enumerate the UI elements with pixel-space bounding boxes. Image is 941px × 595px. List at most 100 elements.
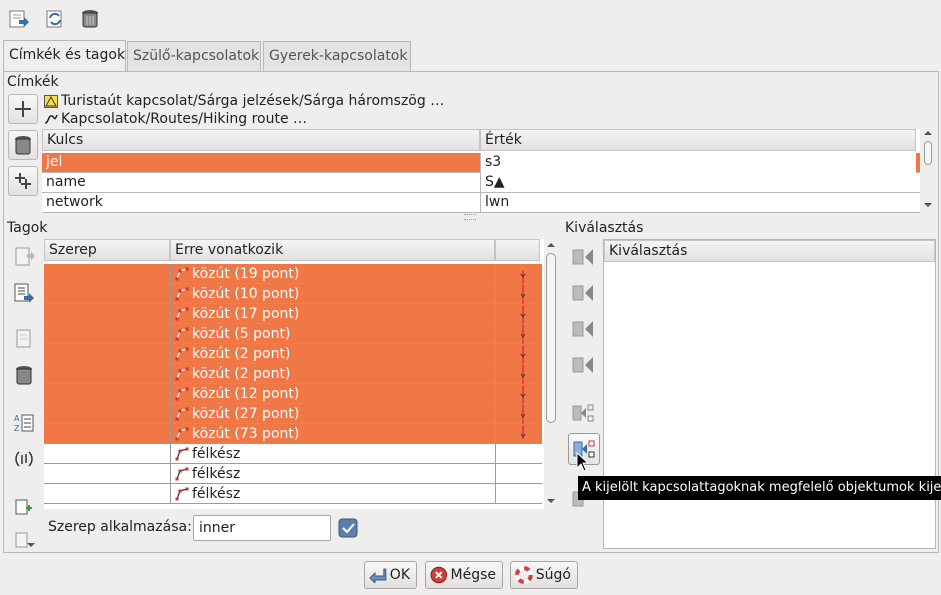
member-ref-cell[interactable]: félkész (170, 464, 495, 484)
column-header-selection[interactable]: Kiválasztás (604, 240, 935, 262)
member-row[interactable]: közút (5 pont) (44, 324, 542, 345)
cancel-button[interactable]: Mégse (425, 561, 503, 589)
select-refresh-button[interactable] (42, 6, 68, 32)
splitter-handle[interactable] (464, 214, 476, 220)
select-members-button[interactable] (570, 400, 596, 426)
tab-tags-members[interactable]: Címkék és tagok (3, 40, 126, 72)
member-ref-cell[interactable]: közút (17 pont) (170, 304, 495, 324)
member-role-cell[interactable] (44, 424, 170, 444)
member-role-cell[interactable] (44, 444, 170, 464)
trash-icon (15, 136, 31, 155)
role-apply-label: Szerep alkalmazása: (48, 519, 192, 535)
tag-key-cell[interactable]: name (42, 173, 480, 193)
tag-value-cell[interactable]: S▲ (480, 173, 916, 193)
member-role-cell[interactable] (44, 484, 170, 504)
member-ref-label: közút (2 pont) (192, 366, 291, 382)
tab-child-relations[interactable]: Gyerek-kapcsolatok (263, 41, 411, 71)
member-row[interactable]: közút (12 pont) (44, 384, 542, 405)
member-ref-cell[interactable]: közút (12 pont) (170, 384, 495, 404)
svg-text:A: A (14, 414, 20, 423)
ok-button[interactable]: OK (364, 561, 417, 589)
add-at-end-button[interactable] (570, 352, 596, 378)
member-row[interactable]: félkész (44, 444, 542, 464)
member-ref-cell[interactable]: közút (5 pont) (170, 324, 495, 344)
column-header-key[interactable]: Kulcs (42, 129, 480, 151)
column-header-refers-to[interactable]: Erre vonatkozik (170, 239, 495, 261)
help-button[interactable]: Súgó (510, 561, 578, 589)
add-after-button[interactable] (570, 316, 596, 342)
delete-member-button[interactable] (11, 362, 37, 388)
tags-scrollbar[interactable] (922, 129, 934, 213)
move-up-button[interactable] (11, 244, 37, 270)
member-role-cell[interactable] (44, 464, 170, 484)
member-ref-cell[interactable]: közút (2 pont) (170, 364, 495, 384)
tag-row[interactable]: name S▲ (42, 173, 920, 193)
tag-key-cell[interactable]: jel (42, 153, 480, 173)
reverse-members-button[interactable] (11, 446, 37, 472)
member-ref-cell[interactable]: közút (19 pont) (170, 264, 495, 284)
tag-value-cell[interactable]: s3 (480, 153, 916, 173)
member-row[interactable]: félkész (44, 484, 542, 504)
member-role-cell[interactable] (44, 284, 170, 304)
plus-icon (15, 101, 31, 117)
paste-tags-button[interactable] (8, 166, 38, 196)
add-to-end-icon (15, 532, 35, 548)
move-down-button[interactable] (11, 326, 37, 352)
tag-row[interactable]: jel s3 (42, 153, 920, 173)
member-role-cell[interactable] (44, 384, 170, 404)
member-row[interactable]: közút (2 pont) (44, 364, 542, 385)
sort-members-button[interactable]: AZ (11, 410, 37, 436)
member-row[interactable]: közút (10 pont) (44, 284, 542, 305)
edit-member-button[interactable] (11, 280, 37, 306)
scroll-down-arrow[interactable] (924, 203, 932, 207)
column-header-linkage[interactable] (495, 239, 540, 261)
member-role-cell[interactable] (44, 264, 170, 284)
delete-relation-button[interactable] (77, 6, 103, 32)
delete-tag-button[interactable] (8, 130, 38, 160)
way-icon (175, 467, 189, 481)
column-header-value[interactable]: Érték (480, 129, 916, 151)
member-ref-label: közút (19 pont) (192, 266, 300, 282)
scrollbar-thumb[interactable] (924, 141, 932, 165)
scroll-down-arrow[interactable] (547, 499, 555, 503)
member-ref-cell[interactable]: félkész (170, 484, 495, 504)
add-selected-button[interactable] (11, 494, 37, 520)
linkage-line-icon (520, 385, 526, 405)
add-tag-button[interactable] (8, 94, 38, 124)
member-role-cell[interactable] (44, 304, 170, 324)
scroll-up-arrow[interactable] (924, 131, 932, 135)
member-ref-cell[interactable]: közút (27 pont) (170, 404, 495, 424)
add-at-start-button[interactable] (570, 244, 596, 270)
tab-parent-relations[interactable]: Szülő-kapcsolatok (127, 41, 261, 71)
member-row[interactable]: közút (19 pont) (44, 264, 542, 285)
member-role-cell[interactable] (44, 404, 170, 424)
members-scrollbar[interactable] (544, 239, 558, 509)
tag-value-cell[interactable]: lwn (480, 193, 916, 213)
member-row[interactable]: közút (27 pont) (44, 404, 542, 425)
member-row[interactable]: közút (17 pont) (44, 304, 542, 325)
member-row[interactable]: közút (73 pont) (44, 424, 542, 444)
scrollbar-thumb[interactable] (546, 253, 556, 423)
tag-row[interactable]: network lwn (42, 193, 920, 213)
add-selected-end-button[interactable] (11, 530, 37, 550)
member-ref-cell[interactable]: közút (73 pont) (170, 424, 495, 444)
preset-line-1[interactable]: Turistaút kapcsolat/Sárga jelzések/Sárga… (44, 93, 444, 109)
way-icon (175, 267, 189, 281)
member-row[interactable]: közút (2 pont) (44, 344, 542, 365)
member-linkage-cell (495, 444, 542, 464)
member-role-cell[interactable] (44, 364, 170, 384)
member-ref-cell[interactable]: félkész (170, 444, 495, 464)
apply-role-button[interactable] (335, 515, 361, 541)
member-role-cell[interactable] (44, 324, 170, 344)
member-ref-cell[interactable]: közút (10 pont) (170, 284, 495, 304)
column-header-role[interactable]: Szerep (44, 239, 170, 261)
scroll-up-arrow[interactable] (547, 243, 555, 247)
member-ref-cell[interactable]: közút (2 pont) (170, 344, 495, 364)
add-before-button[interactable] (570, 280, 596, 306)
member-row[interactable]: félkész (44, 464, 542, 484)
download-members-button[interactable] (6, 6, 32, 32)
tag-key-cell[interactable]: network (42, 193, 480, 213)
role-input[interactable] (193, 515, 331, 541)
preset-line-2[interactable]: Kapcsolatok/Routes/Hiking route … (44, 111, 307, 127)
member-role-cell[interactable] (44, 344, 170, 364)
